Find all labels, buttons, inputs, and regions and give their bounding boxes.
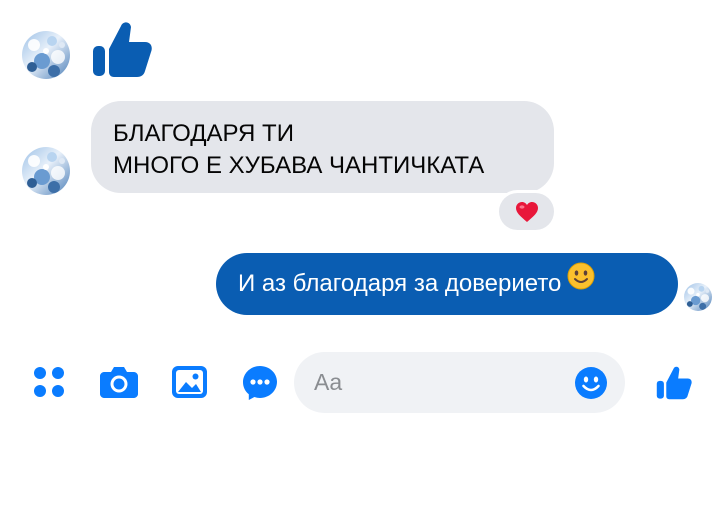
thumbs-up-icon[interactable] xyxy=(655,363,693,401)
message-text: И аз благодаря за доверието xyxy=(238,270,562,297)
outgoing-message-bubble[interactable]: И аз благодаря за доверието xyxy=(216,253,678,315)
message-text-line: МНОГО Е ХУБАВА ЧАНТИЧКАТА xyxy=(113,152,485,179)
chat-more-icon[interactable] xyxy=(242,365,278,401)
heart-icon xyxy=(515,201,538,222)
message-composer xyxy=(294,352,625,413)
like-sticker-message[interactable] xyxy=(90,16,154,80)
message-reaction[interactable] xyxy=(499,193,554,230)
messenger-chat-screen: БЛАГОДАРЯ ТИ МНОГО Е ХУБАВА ЧАНТИЧКАТА И… xyxy=(0,0,720,512)
contact-avatar[interactable] xyxy=(22,147,70,195)
message-text-line: БЛАГОДАРЯ ТИ xyxy=(113,120,294,147)
gallery-icon[interactable] xyxy=(172,366,207,398)
avatar-image xyxy=(684,283,712,311)
message-input[interactable] xyxy=(314,352,564,413)
avatar-image xyxy=(22,147,70,195)
camera-icon[interactable] xyxy=(100,366,138,398)
slightly-smiling-face-icon xyxy=(567,252,595,314)
smiley-icon[interactable] xyxy=(575,367,607,399)
contact-avatar[interactable] xyxy=(22,31,70,79)
avatar-image xyxy=(22,31,70,79)
apps-grid-icon[interactable] xyxy=(32,365,66,399)
incoming-message-bubble[interactable]: БЛАГОДАРЯ ТИ МНОГО Е ХУБАВА ЧАНТИЧКАТА xyxy=(91,101,554,193)
thumbs-up-icon xyxy=(90,16,154,80)
seen-indicator-avatar xyxy=(684,283,712,311)
